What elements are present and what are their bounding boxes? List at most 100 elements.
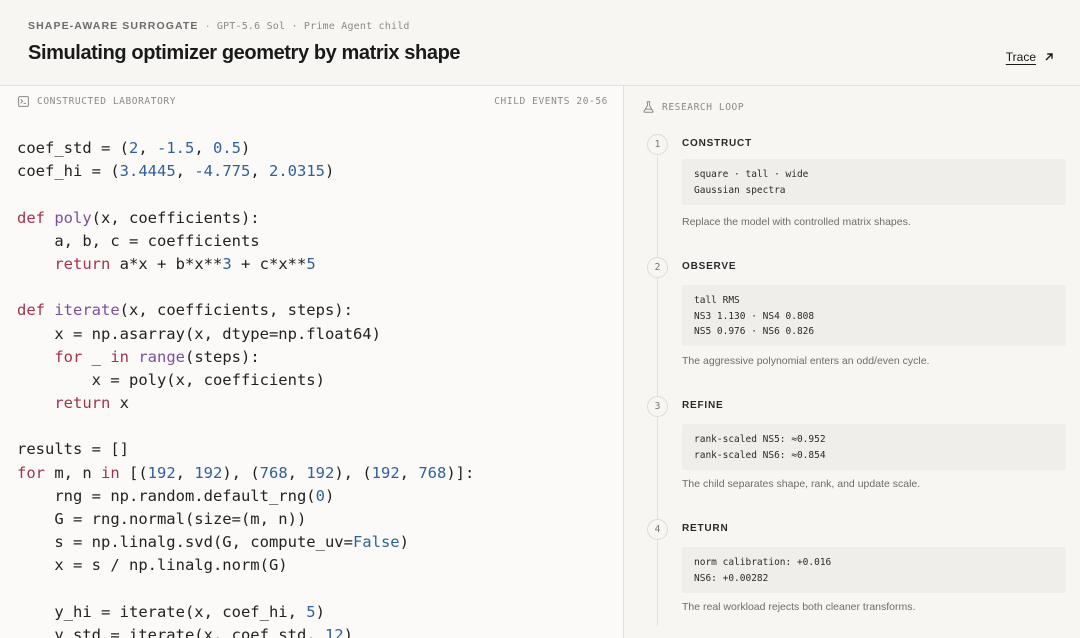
step-title: OBSERVE (682, 261, 737, 272)
step-output: square · tall · wide Gaussian spectra (682, 159, 1066, 205)
code-token: , (175, 162, 195, 181)
code-token: 5 (306, 602, 316, 621)
code-token: return (54, 254, 111, 273)
code-token: in (101, 463, 120, 482)
terminal-icon (18, 96, 29, 107)
code-token: ) (325, 162, 335, 181)
page-header: SHAPE-AWARE SURROGATE · GPT-5.6 Sol · Prim… (0, 0, 1080, 86)
code-token: def (17, 301, 45, 320)
code-token: for (54, 347, 83, 366)
step-number: 1 (647, 134, 668, 155)
header-kicker: SHAPE-AWARE SURROGATE · GPT-5.6 Sol · Prim… (28, 20, 410, 33)
code-line: y_hi = iterate(x, coef_hi, 5) (17, 601, 474, 624)
code-line: for m, n in [(192, 192), (768, 192), (19… (17, 462, 474, 485)
code-line: coef_hi = (3.4445, -4.775, 2.0315) (17, 160, 474, 183)
code-token: 3.4445 (119, 162, 176, 181)
code-line: for _ in range(steps): (17, 346, 474, 369)
laboratory-header: CONSTRUCTED LABORATORY CHILD EVENTS 20-5… (18, 96, 608, 112)
code-line: def poly(x, coefficients): (17, 207, 474, 230)
step-note: The real workload rejects both cleaner t… (682, 601, 916, 613)
laboratory-panel: CONSTRUCTED LABORATORY CHILD EVENTS 20-5… (0, 86, 624, 638)
code-token: 192 (147, 463, 176, 482)
code-token: 192 (306, 463, 335, 482)
code-token: , (138, 139, 157, 157)
code-token: 192 (371, 463, 400, 482)
step-title: CONSTRUCT (682, 138, 752, 149)
code-token: def (17, 208, 45, 227)
code-token: a, b, c = coefficients (17, 231, 260, 250)
code-token: m, n (45, 463, 101, 482)
code-line: x = s / np.linalg.norm(G) (17, 554, 474, 577)
code-token: , (194, 139, 213, 157)
timeline-rail (657, 156, 658, 626)
code-token: (x, coefficients, steps): (119, 301, 353, 320)
step-note: Replace the model with controlled matrix… (682, 216, 911, 228)
code-token: ) (315, 602, 325, 621)
code-token: coef_hi = ( (17, 162, 120, 181)
code-token: ) (399, 533, 409, 552)
step-output: rank-scaled NS5: ≈0.952 rank-scaled NS6:… (682, 424, 1066, 470)
research-loop-label: RESEARCH LOOP (662, 101, 745, 113)
step-number: 2 (647, 257, 668, 278)
code-token: 0 (315, 486, 325, 505)
code-token: , (287, 463, 307, 482)
code-token: y_std = iterate(x, coef_std, (17, 625, 325, 638)
code-token: x = np.asarray(x, dtype=np.float64) (17, 324, 381, 343)
code-token: coef_std = ( (17, 139, 129, 157)
code-token: y_hi = iterate(x, coef_hi, (17, 602, 307, 621)
code-line: def iterate(x, coefficients, steps): (17, 299, 474, 322)
code-token: -4.775 (194, 162, 251, 181)
arrow-up-right-icon (1045, 53, 1053, 61)
code-token: in (110, 347, 129, 366)
code-token: 5 (306, 254, 316, 273)
brand-label: SHAPE-AWARE SURROGATE (28, 20, 199, 32)
code-token: ) (241, 139, 251, 157)
research-loop-header: RESEARCH LOOP (643, 101, 744, 113)
code-token: , (399, 463, 419, 482)
code-token: False (352, 533, 400, 552)
code-token: results = [] (17, 440, 129, 459)
code-line: rng = np.random.default_rng(0) (17, 485, 474, 508)
code-token: rng = np.random.default_rng( (17, 486, 316, 505)
code-token: ), ( (334, 463, 372, 482)
laboratory-label: CONSTRUCTED LABORATORY (37, 96, 177, 107)
flask-icon (643, 101, 654, 113)
code-token: return (54, 394, 111, 413)
code-token: x = s / np.linalg.norm(G) (17, 556, 288, 575)
code-token: 2.0315 (269, 162, 325, 181)
child-events-label: CHILD EVENTS 20-56 (494, 96, 608, 107)
kicker-separator: · (204, 21, 211, 33)
code-token: 768 (418, 463, 447, 482)
code-token: [( (119, 463, 148, 482)
step-note: The aggressive polynomial enters an odd/… (682, 355, 930, 367)
model-label: GPT-5.6 Sol · Prime Agent child (216, 21, 410, 32)
trace-label: Trace (1005, 50, 1036, 64)
code-token: -1.5 (157, 139, 195, 157)
step-title: REFINE (682, 400, 724, 411)
code-line: s = np.linalg.svd(G, compute_uv=False) (17, 531, 474, 554)
step-output: tall RMS NS3 1.130 · NS4 0.808 NS5 0.976… (682, 285, 1066, 346)
step-number: 4 (647, 519, 668, 540)
code-token: G = rng.normal(size=(m, n)) (17, 510, 307, 528)
code-token: , (250, 162, 269, 181)
code-token: range (138, 347, 186, 366)
code-token: 3 (222, 254, 232, 273)
code-token: 12 (324, 625, 344, 638)
trace-link[interactable]: Trace (1006, 50, 1054, 64)
code-line: return a*x + b*x**3 + c*x**5 (17, 253, 474, 276)
code-token: ) (343, 625, 353, 638)
code-token: x = poly(x, coefficients) (17, 370, 325, 389)
step-output: norm calibration: +0.016 NS6: +0.00282 (682, 547, 1066, 593)
code-line: x = np.asarray(x, dtype=np.float64) (17, 323, 474, 346)
code-token: 2 (128, 139, 139, 157)
code-token: a*x + b*x** (110, 254, 223, 273)
code-line: return x (17, 392, 474, 415)
step-title: RETURN (682, 523, 729, 534)
code-token: _ (82, 347, 111, 366)
